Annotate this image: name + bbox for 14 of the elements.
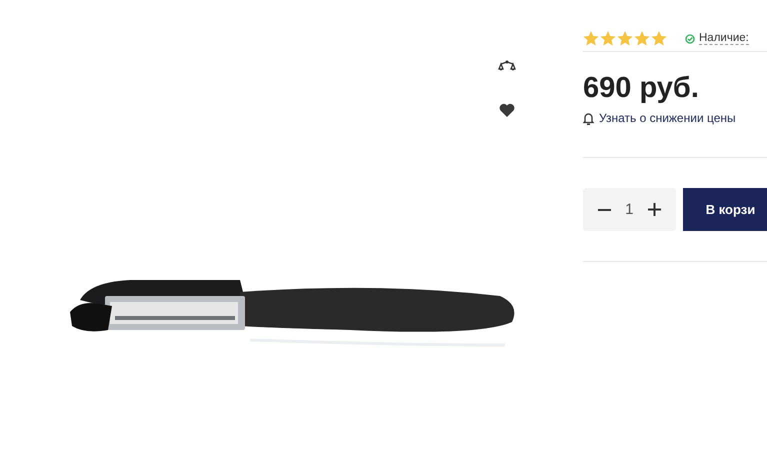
star-icon xyxy=(600,31,616,46)
price: 690 руб. xyxy=(583,72,700,105)
bell-icon xyxy=(583,112,594,124)
quantity-value[interactable]: 1 xyxy=(625,201,634,218)
minus-icon xyxy=(598,208,612,210)
star-icon xyxy=(651,31,667,46)
add-to-cart-button[interactable]: В корзи xyxy=(682,188,767,231)
availability-label[interactable]: Наличие: xyxy=(699,32,749,45)
heart-icon[interactable] xyxy=(499,103,515,117)
plus-icon xyxy=(648,203,661,216)
price-alert-link[interactable]: Узнать о снижении цены xyxy=(599,111,736,125)
star-icon xyxy=(634,31,650,46)
star-icon xyxy=(583,31,599,46)
star-icon xyxy=(617,31,633,46)
